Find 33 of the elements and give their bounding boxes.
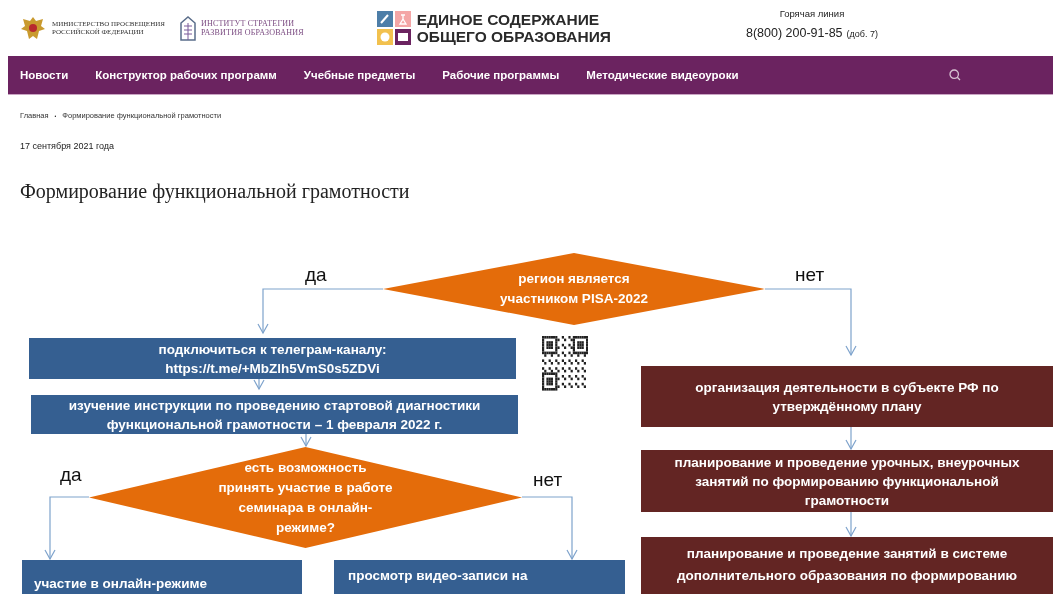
connector-arrow [845, 426, 857, 451]
branch-label: да [305, 264, 327, 286]
nav-link[interactable]: Конструктор рабочих программ [95, 69, 277, 81]
connector-arrow [253, 378, 265, 391]
process-box: участие в онлайн-режиме [22, 560, 302, 594]
nav-link[interactable]: Новости [20, 69, 69, 81]
nav-link[interactable]: Рабочие программы [442, 69, 560, 81]
page-title: Формирование функциональной грамотности [20, 179, 411, 203]
qr-code-icon [542, 336, 588, 391]
building-icon [178, 15, 197, 41]
process-box: подключиться к телеграм-каналу: https://t.me/+MbZlh5VmS0s5ZDVi [29, 338, 516, 379]
connector-arrow [300, 433, 312, 448]
nav-link[interactable]: Учебные предметы [303, 69, 416, 81]
connector-arrow [521, 496, 578, 561]
emblem-icon [20, 15, 46, 41]
phone-extension: (доб. 7) [846, 28, 878, 39]
process-box: планирование и проведение занятий в системе дополнительного образования по формированию [641, 537, 1053, 594]
connector-arrow [44, 496, 90, 561]
publication-date: 17 сентября 2021 года [20, 141, 116, 151]
institute-name: ИНСТИТУТ СТРАТЕГИИ РАЗВИТИЯ ОБРАЗОВАНИЯ [200, 19, 304, 37]
nav-link[interactable]: Методические видеоуроки [586, 69, 739, 81]
branch-label: да [60, 464, 82, 486]
logo-tiles-icon [376, 11, 411, 45]
hotline-label: Горячая линия [778, 7, 846, 19]
branch-label: нет [795, 264, 825, 286]
connector-arrow [845, 511, 857, 538]
process-box: просмотр видео-записи на [334, 560, 625, 594]
site-title: ЕДИНОЕ СОДЕРЖАНИЕ ОБЩЕГО ОБРАЗОВАНИЯ [416, 11, 611, 45]
process-box: организация деятельности в субъекте РФ по утверждённому плану [641, 366, 1053, 427]
process-box: изучение инструкции по проведению стартовой диагностики функциональной грамотности – 1 февраля 2022 г. [31, 395, 518, 434]
branch-label: нет [533, 469, 563, 491]
process-box: планирование и проведение урочных, внеурочных занятий по формированию функциональной грамотности [641, 450, 1053, 512]
phone-number: 8(800) 200-91-85 [745, 25, 843, 40]
